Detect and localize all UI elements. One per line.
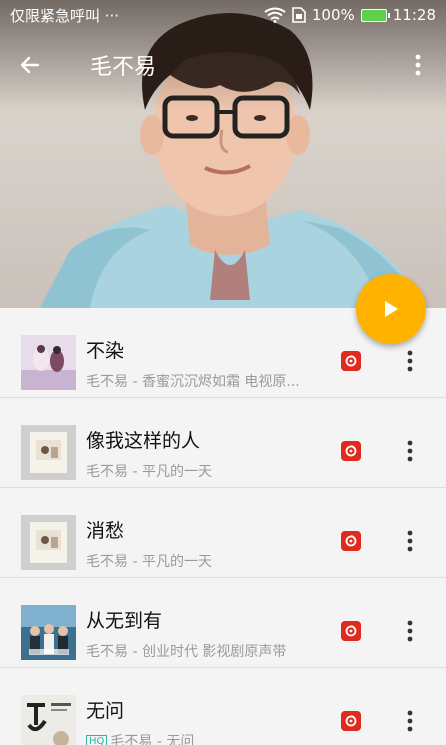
back-button[interactable] (0, 38, 60, 92)
play-all-button[interactable] (356, 274, 426, 344)
status-bar: 仅限紧急呼叫 ··· 100% 11:28 (0, 0, 446, 30)
album-cover (21, 335, 76, 390)
song-more-button[interactable] (396, 436, 424, 466)
song-title: 从无到有 (86, 610, 163, 632)
status-icons: 100% 11:28 (264, 6, 436, 24)
arrow-left-icon (20, 56, 40, 74)
song-artist-album: 毛不易 - 创业时代 影视剧原声带 (86, 644, 287, 660)
song-row[interactable]: 消愁 毛不易 - 平凡的一天 (0, 488, 446, 578)
song-more-button[interactable] (396, 706, 424, 736)
hq-badge: HQ (86, 735, 108, 745)
album-cover (21, 425, 76, 480)
toolbar: 毛不易 (0, 38, 446, 92)
song-more-button[interactable] (396, 526, 424, 556)
netease-music-icon[interactable] (341, 531, 361, 551)
song-subtitle: 毛不易 - 平凡的一天 (86, 551, 311, 571)
song-subtitle: HQ 毛不易 - 无问 (86, 731, 311, 745)
song-title: 像我这样的人 (86, 430, 201, 452)
netease-music-icon[interactable] (341, 441, 361, 461)
song-title: 无问 (86, 700, 125, 722)
song-more-button[interactable] (396, 616, 424, 646)
artist-screen: 仅限紧急呼叫 ··· 100% 11:28 毛不易 不染 毛不易 - 香蜜沉沉烬… (0, 0, 446, 745)
netease-music-icon[interactable] (341, 621, 361, 641)
song-title: 不染 (86, 340, 125, 362)
more-vert-icon (407, 350, 413, 372)
song-more-button[interactable] (396, 346, 424, 376)
sim-icon (292, 7, 306, 23)
overflow-menu-button[interactable] (398, 38, 438, 92)
song-row[interactable]: 无问 HQ 毛不易 - 无问 (0, 668, 446, 745)
song-artist-album: 毛不易 - 平凡的一天 (86, 464, 212, 480)
status-time: 11:28 (392, 6, 436, 24)
more-vert-icon (407, 530, 413, 552)
netease-music-icon[interactable] (341, 711, 361, 731)
more-vert-icon (415, 54, 421, 76)
song-row[interactable]: 从无到有 毛不易 - 创业时代 影视剧原声带 (0, 578, 446, 668)
song-artist-album: 毛不易 - 无问 (110, 734, 195, 745)
netease-music-icon[interactable] (341, 351, 361, 371)
album-cover (21, 605, 76, 660)
page-title: 毛不易 (90, 55, 157, 80)
more-vert-icon (407, 710, 413, 732)
song-artist-album: 毛不易 - 香蜜沉沉烬如霜 电视原... (86, 374, 300, 390)
more-vert-icon (407, 620, 413, 642)
battery-percent: 100% (311, 6, 355, 24)
more-vert-icon (407, 440, 413, 462)
song-row[interactable]: 像我这样的人 毛不易 - 平凡的一天 (0, 398, 446, 488)
song-artist-album: 毛不易 - 平凡的一天 (86, 554, 212, 570)
song-title: 消愁 (86, 520, 125, 542)
battery-icon (360, 8, 390, 22)
song-subtitle: 毛不易 - 创业时代 影视剧原声带 (86, 641, 311, 661)
song-list: 不染 毛不易 - 香蜜沉沉烬如霜 电视原... 像我这样的人 毛不易 - 平凡的… (0, 308, 446, 745)
carrier-status-text: 仅限紧急呼叫 ··· (10, 6, 120, 25)
song-subtitle: 毛不易 - 香蜜沉沉烬如霜 电视原... (86, 371, 311, 391)
wifi-icon (264, 7, 286, 23)
album-cover (21, 695, 76, 745)
album-cover (21, 515, 76, 570)
song-subtitle: 毛不易 - 平凡的一天 (86, 461, 311, 481)
play-icon (385, 301, 398, 317)
